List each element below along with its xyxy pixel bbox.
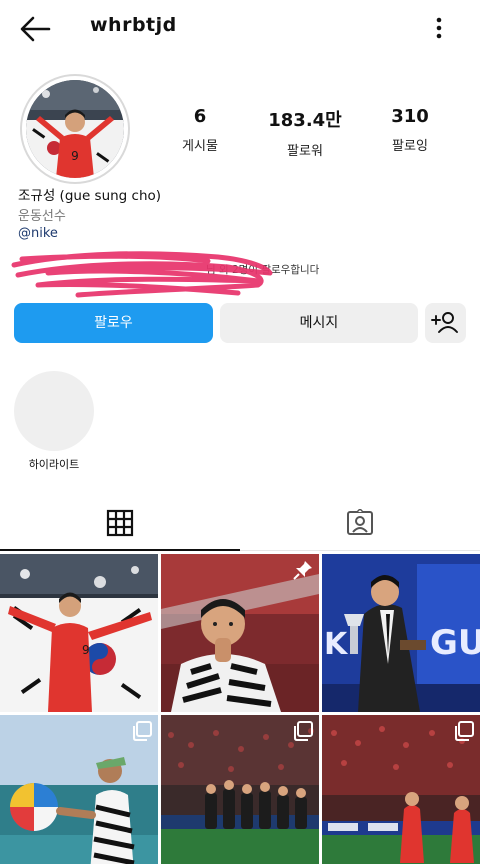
avatar-photo: 9 bbox=[26, 80, 124, 178]
stat-following[interactable]: 310 팔로잉 bbox=[365, 106, 455, 154]
tab-posts-grid[interactable] bbox=[0, 496, 240, 551]
svg-text:9: 9 bbox=[71, 149, 79, 163]
post-thumbnail[interactable] bbox=[0, 715, 158, 864]
stat-followers[interactable]: 183.4만 팔로워 bbox=[260, 106, 350, 159]
message-button[interactable]: 메시지 bbox=[220, 303, 418, 343]
followers-count: 183.4만 bbox=[268, 110, 342, 131]
post-thumbnail[interactable] bbox=[322, 715, 480, 864]
post-image: GU K bbox=[322, 554, 480, 712]
tab-tagged[interactable] bbox=[240, 496, 480, 551]
post-thumbnail[interactable] bbox=[161, 554, 319, 712]
following-count: 310 bbox=[391, 106, 429, 127]
highlight-label: 하이라이트 bbox=[28, 458, 80, 471]
svg-text:9: 9 bbox=[82, 643, 90, 657]
post-thumbnail[interactable] bbox=[161, 715, 319, 864]
multiple-images-icon bbox=[455, 721, 474, 741]
profile-mention-link[interactable]: @nike bbox=[18, 226, 58, 241]
pin-icon bbox=[293, 561, 312, 580]
profile-full-name: 조규성 (gue sung cho) bbox=[18, 188, 162, 204]
redaction-scribble bbox=[11, 251, 273, 298]
svg-text:K: K bbox=[324, 627, 349, 662]
multiple-images-icon bbox=[294, 721, 313, 741]
following-label: 팔로잉 bbox=[392, 139, 428, 154]
posts-count: 6 bbox=[193, 106, 207, 127]
posts-label: 게시물 bbox=[182, 139, 218, 154]
post-thumbnail[interactable]: GU K bbox=[322, 554, 480, 712]
highlight-circle[interactable] bbox=[14, 371, 94, 451]
multiple-images-icon bbox=[133, 721, 152, 741]
arrow-left-icon bbox=[20, 16, 51, 42]
tagged-person-icon bbox=[347, 509, 373, 535]
profile-category: 운동선수 bbox=[18, 209, 66, 224]
grid-icon bbox=[106, 509, 134, 537]
follow-button[interactable]: 팔로우 bbox=[14, 303, 213, 343]
add-user-icon bbox=[431, 312, 458, 333]
profile-avatar[interactable]: 9 bbox=[20, 74, 130, 184]
back-button[interactable] bbox=[18, 14, 52, 44]
profile-username-title: whrbtjd bbox=[90, 14, 177, 36]
post-image: 9 bbox=[0, 554, 158, 712]
top-bar: whrbtjd bbox=[0, 0, 480, 56]
svg-text:GU: GU bbox=[430, 623, 480, 663]
post-thumbnail[interactable]: 9 bbox=[0, 554, 158, 712]
more-options-button[interactable] bbox=[428, 14, 450, 44]
suggest-users-button[interactable] bbox=[425, 303, 466, 343]
followers-label: 팔로워 bbox=[287, 144, 323, 159]
stat-posts: 6 게시물 bbox=[155, 106, 245, 154]
more-vertical-icon bbox=[436, 17, 442, 39]
